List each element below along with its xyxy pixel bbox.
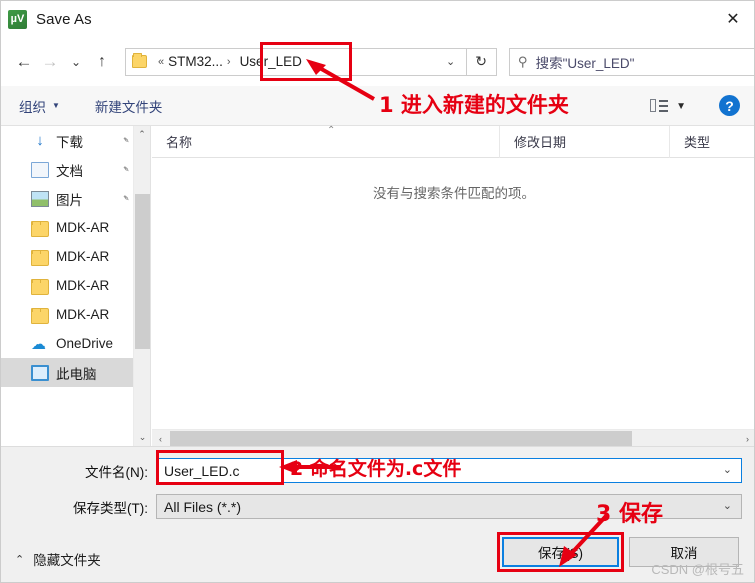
save-button[interactable]: 保存(S) (502, 537, 619, 567)
document-icon (31, 161, 49, 178)
column-header-name-label: 名称 (166, 135, 193, 150)
column-header-type[interactable]: 类型 (670, 126, 754, 158)
title-bar: µV Save As ✕ (1, 1, 754, 37)
change-view-button[interactable]: ▼ (650, 94, 686, 118)
file-name-label: 文件名(N): (85, 464, 148, 480)
file-name-row: 文件名(N): User_LED.c ⌄ (1, 458, 742, 483)
sidebar-item-3[interactable]: MDK-AR (1, 213, 150, 242)
sidebar-item-7[interactable]: ☁ OneDrive (1, 329, 150, 358)
organize-button[interactable]: 组织 ▼ (19, 96, 60, 116)
sort-ascending-icon: ⌃ (327, 124, 336, 136)
back-button[interactable]: ← (11, 47, 37, 77)
column-header-name[interactable]: 名称 ⌃ (152, 124, 500, 158)
scroll-down-icon[interactable]: ⌄ (134, 429, 150, 446)
command-bar: 组织 ▼ 新建文件夹 ▼ ? (1, 86, 754, 126)
sidebar-scroll-thumb[interactable] (135, 194, 150, 349)
close-icon[interactable]: ✕ (710, 1, 754, 37)
forward-button[interactable]: → (37, 47, 63, 77)
this-pc-icon (31, 364, 49, 381)
file-list-pane: 名称 ⌃ 修改日期 类型 没有与搜索条件匹配的项。 ‹ › (152, 124, 754, 447)
sidebar-item-label: 此电脑 (56, 366, 97, 382)
address-bar[interactable]: « STM32... › User_LED ⌄ (125, 47, 467, 76)
sidebar-item-label: MDK-AR (56, 220, 110, 235)
help-icon[interactable]: ? (719, 95, 740, 116)
pin-icon[interactable]: ✒ (120, 192, 132, 205)
file-type-label: 保存类型(T): (73, 500, 148, 516)
breadcrumb-current[interactable]: User_LED (235, 52, 307, 71)
app-icon-glyph: µV (10, 12, 25, 25)
folder-icon (132, 53, 147, 68)
picture-icon (31, 190, 49, 207)
file-list-horizontal-scrollbar[interactable]: ‹ › (152, 429, 754, 447)
list-view-icon (650, 99, 669, 113)
file-type-value: All Files (*.*) (164, 498, 242, 515)
breadcrumb-overflow-icon[interactable]: « (158, 56, 164, 68)
folder-icon (31, 307, 49, 324)
empty-list-message: 没有与搜索条件匹配的项。 (373, 186, 535, 201)
sidebar-item-6[interactable]: MDK-AR (1, 300, 150, 329)
scroll-left-icon[interactable]: ‹ (152, 430, 169, 447)
sidebar-scrollbar[interactable]: ⌃ ⌄ (133, 126, 150, 446)
folder-icon (31, 278, 49, 295)
sidebar-item-label: 图片 (56, 192, 83, 208)
column-header-date-modified[interactable]: 修改日期 (500, 125, 670, 158)
sidebar-item-1[interactable]: 文档 ✒ (1, 155, 150, 184)
breadcrumb-parent[interactable]: STM32... (168, 54, 223, 69)
refresh-icon[interactable]: ↻ (466, 47, 497, 76)
sidebar-item-label: 下载 (56, 134, 83, 150)
sidebar-item-8[interactable]: 此电脑 (1, 358, 150, 387)
pin-icon[interactable]: ✒ (120, 163, 132, 176)
folder-icon (31, 220, 49, 237)
download-icon: ↓ (36, 132, 44, 149)
breadcrumb-separator-icon: › (226, 55, 231, 68)
search-input[interactable]: ⚲ 搜索"User_LED" (508, 47, 754, 76)
file-name-value: User_LED.c (164, 462, 240, 479)
file-type-select[interactable]: All Files (*.*) ⌄ (156, 494, 742, 519)
window-title: Save As (36, 10, 92, 28)
hide-folders-label: 隐藏文件夹 (33, 553, 101, 568)
sidebar-item-4[interactable]: MDK-AR (1, 242, 150, 271)
horizontal-scroll-thumb[interactable] (170, 431, 632, 446)
save-as-dialog: µV Save As ✕ ← → ⌄ ↑ « STM32... › User_L… (0, 0, 755, 583)
sidebar-item-0[interactable]: ↓ 下载 ✒ (1, 126, 150, 155)
search-icon: ⚲ (517, 53, 528, 69)
app-icon: µV (8, 9, 27, 29)
column-header-row: 名称 ⌃ 修改日期 类型 (152, 124, 754, 158)
sidebar-item-list: ↓ 下载 ✒ 文档 ✒ 图片 ✒ MDK-AR MDK-AR MDK-AR MDK-AR ☁ OneDr… (1, 126, 150, 387)
sidebar-item-2[interactable]: 图片 ✒ (1, 184, 150, 213)
sidebar-item-label: OneDrive (56, 336, 114, 351)
chevron-down-icon[interactable]: ⌄ (723, 463, 732, 476)
chevron-down-icon: ▼ (52, 101, 60, 110)
new-folder-button[interactable]: 新建文件夹 (95, 96, 163, 116)
scroll-right-icon[interactable]: › (739, 430, 754, 447)
navigation-bar: ← → ⌄ ↑ « STM32... › User_LED ⌄ ↻ ⚲ 搜索"U… (1, 37, 754, 86)
chevron-up-icon: ⌃ (15, 553, 25, 566)
cancel-button[interactable]: 取消 (629, 537, 739, 567)
up-button[interactable]: ↑ (89, 47, 115, 77)
folder-icon (31, 249, 49, 266)
hide-folders-button[interactable]: ⌃ 隐藏文件夹 (15, 549, 101, 569)
sidebar-item-label: MDK-AR (56, 249, 110, 264)
organize-label: 组织 (19, 99, 46, 115)
sidebar-item-label: MDK-AR (56, 278, 110, 293)
sidebar-item-label: MDK-AR (56, 307, 110, 322)
chevron-down-icon[interactable]: ⌄ (437, 49, 465, 75)
navigation-pane: ↓ 下载 ✒ 文档 ✒ 图片 ✒ MDK-AR MDK-AR MDK-AR MDK-AR ☁ OneDr… (1, 126, 151, 446)
recent-locations-button[interactable]: ⌄ (63, 47, 89, 77)
chevron-down-icon[interactable]: ⌄ (723, 499, 732, 512)
scroll-up-icon[interactable]: ⌃ (134, 126, 150, 143)
sidebar-item-5[interactable]: MDK-AR (1, 271, 150, 300)
onedrive-icon: ☁ (31, 335, 46, 353)
file-name-input[interactable]: User_LED.c ⌄ (156, 458, 742, 483)
chevron-down-icon: ▼ (676, 100, 686, 112)
pin-icon[interactable]: ✒ (120, 134, 132, 147)
sidebar-item-label: 文档 (56, 163, 83, 179)
search-placeholder: 搜索"User_LED" (535, 55, 635, 71)
file-type-row: 保存类型(T): All Files (*.*) ⌄ (1, 494, 742, 519)
